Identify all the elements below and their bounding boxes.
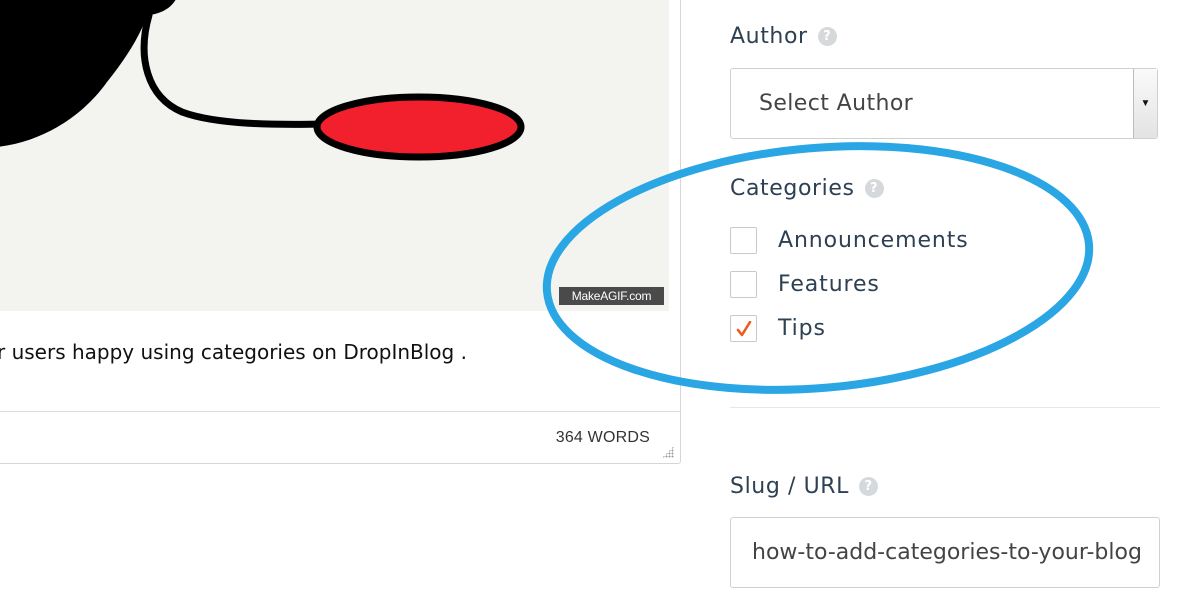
caret-down-icon[interactable]: ▼ xyxy=(1133,69,1157,138)
category-checkbox-announcements[interactable] xyxy=(730,227,757,254)
author-select-value: Select Author xyxy=(759,91,914,116)
categories-label: Categories ? xyxy=(730,176,884,201)
editor-status-bar: 364 WORDS xyxy=(0,411,680,464)
category-label-announcements: Announcements xyxy=(778,228,969,253)
category-item-announcements[interactable]: Announcements xyxy=(730,227,969,254)
author-label: Author ? xyxy=(730,24,837,49)
category-checkbox-features[interactable] xyxy=(730,271,757,298)
question-circle-icon[interactable]: ? xyxy=(817,27,837,46)
category-label-features: Features xyxy=(778,272,880,297)
gif-watermark: MakeAGIF.com xyxy=(559,287,664,305)
question-circle-icon[interactable]: ? xyxy=(859,477,879,496)
slug-label-text: Slug / URL xyxy=(730,474,850,499)
editor-body-text[interactable]: r users happy using categories on DropIn… xyxy=(0,340,467,364)
slug-input[interactable]: how-to-add-categories-to-your-blog xyxy=(730,517,1160,588)
checkmark-icon xyxy=(736,321,752,337)
slug-input-value[interactable]: how-to-add-categories-to-your-blog xyxy=(752,540,1142,565)
categories-label-text: Categories xyxy=(730,176,855,201)
question-circle-icon[interactable]: ? xyxy=(864,179,884,198)
category-label-tips: Tips xyxy=(778,316,826,341)
slug-label: Slug / URL ? xyxy=(730,474,879,499)
author-label-text: Author xyxy=(730,24,808,49)
gif-illustration xyxy=(0,0,525,161)
category-checkbox-tips[interactable] xyxy=(730,315,757,342)
word-count: 364 WORDS xyxy=(555,429,650,446)
category-item-tips[interactable]: Tips xyxy=(730,315,826,342)
resize-handle-icon[interactable] xyxy=(662,446,674,458)
category-item-features[interactable]: Features xyxy=(730,271,880,298)
author-select[interactable]: Select Author ▼ xyxy=(730,68,1158,139)
post-editor[interactable]: MakeAGIF.com r users happy using categor… xyxy=(0,0,681,464)
section-divider xyxy=(730,407,1160,408)
embedded-gif: MakeAGIF.com xyxy=(0,0,669,311)
